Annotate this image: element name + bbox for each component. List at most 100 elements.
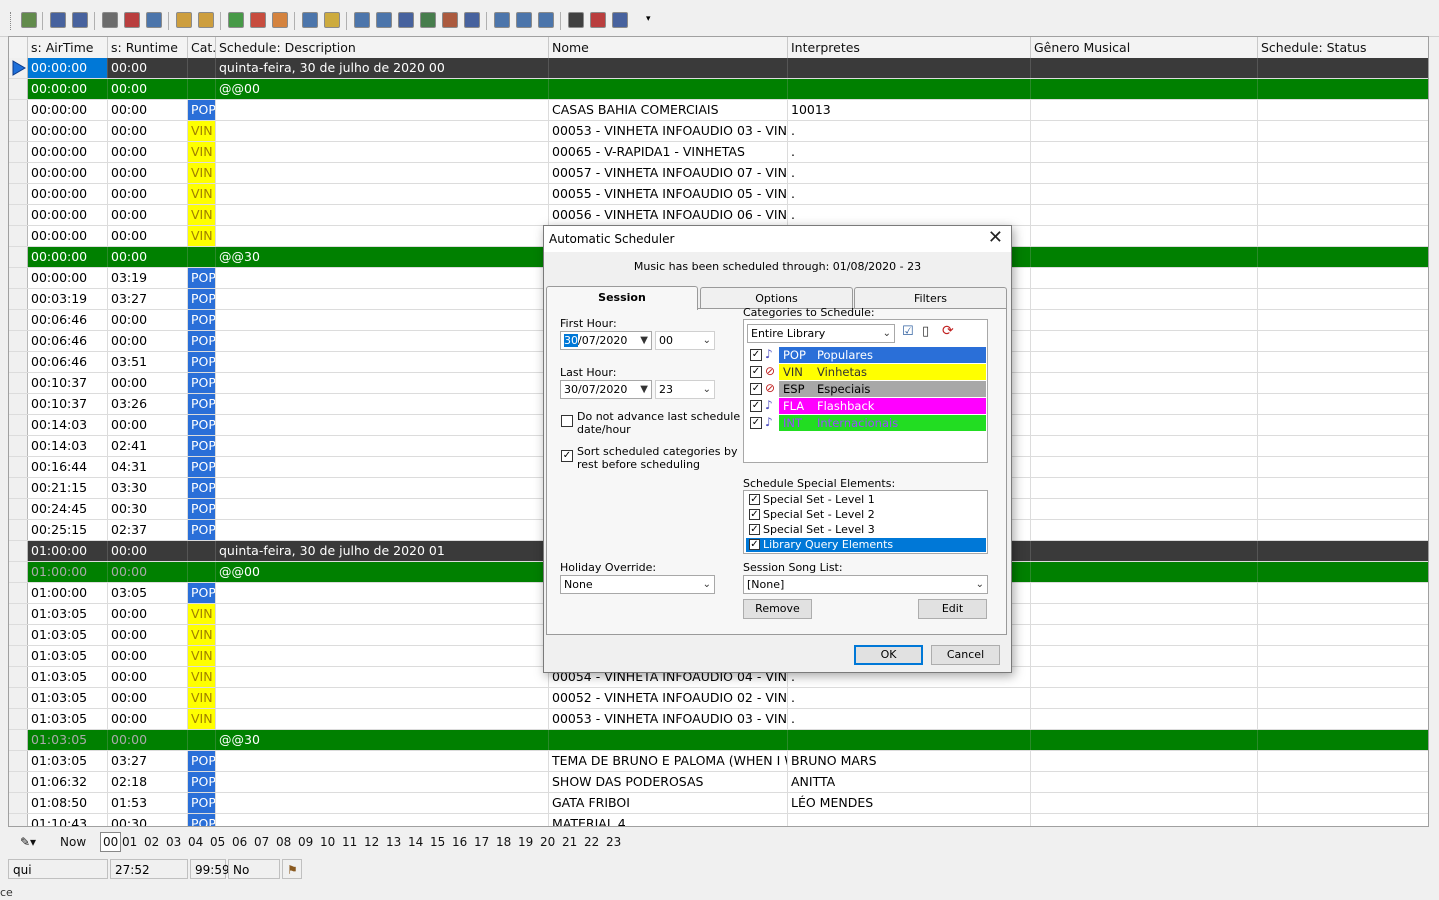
category-checkbox[interactable]: ✓ bbox=[750, 366, 762, 378]
no-advance-checkbox[interactable] bbox=[561, 415, 573, 427]
doc-list-icon[interactable] bbox=[538, 12, 554, 28]
table-row[interactable]: 01:03:05 00:00 VIN 00053 - VINHETA INFOAUDI… bbox=[9, 709, 1428, 730]
column-header[interactable]: s: AirTime bbox=[28, 37, 108, 58]
checkbox-icon[interactable] bbox=[568, 12, 584, 28]
special-checkbox[interactable]: ✓ bbox=[749, 539, 760, 550]
hour-button-12[interactable]: 12 bbox=[364, 833, 379, 851]
table-row[interactable]: 01:10:43 00:30 POP MATERIAL 4 bbox=[9, 814, 1428, 826]
category-row-esp[interactable]: ✓ ⊘ ESP Especiais bbox=[746, 381, 986, 397]
special-row[interactable]: ✓ Special Set - Level 1 bbox=[746, 493, 986, 507]
edit-icon[interactable] bbox=[354, 12, 370, 28]
chart-icon[interactable] bbox=[398, 12, 414, 28]
special-checkbox[interactable]: ✓ bbox=[749, 494, 760, 505]
column-header[interactable]: Schedule: Description bbox=[216, 37, 549, 58]
toolbar-overflow-icon[interactable]: ▾ bbox=[646, 14, 651, 24]
hour-button-04[interactable]: 04 bbox=[188, 833, 203, 851]
special-row[interactable]: ✓ Special Set - Level 2 bbox=[746, 508, 986, 522]
camera-icon[interactable] bbox=[464, 12, 480, 28]
dropdown-window-icon[interactable] bbox=[612, 12, 628, 28]
marker-row[interactable]: 00:00:00 00:00 @@00 bbox=[9, 79, 1428, 100]
hour-button-11[interactable]: 11 bbox=[342, 833, 357, 851]
arrows-red-icon[interactable] bbox=[250, 12, 266, 28]
table-row[interactable]: 00:00:00 00:00 VIN 00057 - VINHETA INFOAUDI… bbox=[9, 163, 1428, 184]
column-header[interactable]: Interpretes bbox=[788, 37, 1031, 58]
tab-options[interactable]: Options bbox=[700, 287, 853, 308]
last-date-picker[interactable]: 30/07/2020 ▼ bbox=[560, 380, 652, 399]
special-checkbox[interactable]: ✓ bbox=[749, 509, 760, 520]
report-icon[interactable] bbox=[590, 12, 606, 28]
refresh-icon[interactable]: ⟳ bbox=[942, 323, 954, 339]
column-header[interactable]: Cat. bbox=[188, 37, 216, 58]
chevron-down-icon[interactable]: ⌄ bbox=[703, 381, 711, 398]
doc-icon[interactable] bbox=[494, 12, 510, 28]
folder-icon[interactable] bbox=[324, 12, 340, 28]
table-row[interactable]: 00:00:00 00:00 POP CASAS BAHIA COMERCIAIS 10… bbox=[9, 100, 1428, 121]
holiday-select[interactable]: None ⌄ bbox=[560, 575, 715, 594]
hour-button-16[interactable]: 16 bbox=[452, 833, 467, 851]
edit-list-icon[interactable] bbox=[376, 12, 392, 28]
songlist-select[interactable]: [None] ⌄ bbox=[743, 575, 988, 594]
hour-button-10[interactable]: 10 bbox=[320, 833, 335, 851]
category-checkbox[interactable]: ✓ bbox=[750, 417, 762, 429]
hour-button-15[interactable]: 15 bbox=[430, 833, 445, 851]
hour-button-07[interactable]: 07 bbox=[254, 833, 269, 851]
first-hour-select[interactable]: 00 ⌄ bbox=[655, 331, 715, 350]
zoom-icon[interactable] bbox=[420, 12, 436, 28]
hour-button-18[interactable]: 18 bbox=[496, 833, 511, 851]
search-icon[interactable] bbox=[302, 12, 318, 28]
lock-icon[interactable] bbox=[176, 12, 192, 28]
tab-filters[interactable]: Filters bbox=[854, 287, 1007, 308]
tab-session[interactable]: Session bbox=[546, 286, 698, 310]
cancel-button[interactable]: Cancel bbox=[931, 645, 1000, 665]
first-date-picker[interactable]: 30/07/2020 ▼ bbox=[560, 331, 652, 350]
hour-button-05[interactable]: 05 bbox=[210, 833, 225, 851]
lock-doc-icon[interactable] bbox=[198, 12, 214, 28]
chevron-down-icon[interactable]: ⌄ bbox=[883, 325, 891, 342]
calendar-icon[interactable] bbox=[21, 12, 37, 28]
print-red-icon[interactable] bbox=[124, 12, 140, 28]
arrows-orange-icon[interactable] bbox=[272, 12, 288, 28]
hour-button-22[interactable]: 22 bbox=[584, 833, 599, 851]
hour-header-row[interactable]: 00:00:00 00:00 quinta-feira, 30 de julho d… bbox=[9, 58, 1428, 79]
category-checkbox[interactable]: ✓ bbox=[750, 400, 762, 412]
table-row[interactable]: 00:00:00 00:00 VIN 00056 - VINHETA INFOAUDI… bbox=[9, 205, 1428, 226]
table-row[interactable]: 01:06:32 02:18 POP SHOW DAS PODEROSAS ANITTA bbox=[9, 772, 1428, 793]
hour-button-02[interactable]: 02 bbox=[144, 833, 159, 851]
special-row[interactable]: ✓ Library Query Elements bbox=[746, 538, 986, 552]
table-row[interactable]: 01:08:50 01:53 POP GATA FRIBOI LÉO MENDES bbox=[9, 793, 1428, 814]
hour-button-01[interactable]: 01 bbox=[122, 833, 137, 851]
chevron-down-icon[interactable]: ▼ bbox=[640, 381, 648, 398]
table-row[interactable]: 00:00:00 00:00 VIN 00065 - V-RAPIDA1 - VINH… bbox=[9, 142, 1428, 163]
chevron-down-icon[interactable]: ⌄ bbox=[703, 332, 711, 349]
hour-button-17[interactable]: 17 bbox=[474, 833, 489, 851]
category-row-vin[interactable]: ✓ ⊘ VIN Vinhetas bbox=[746, 364, 986, 380]
category-row-int[interactable]: ✓ ♪ INT Internacionais bbox=[746, 415, 986, 431]
column-icon[interactable]: ▯ bbox=[922, 324, 929, 339]
toolbar-grip[interactable] bbox=[10, 12, 14, 30]
remove-button[interactable]: Remove bbox=[743, 599, 812, 619]
library-select[interactable]: Entire Library ⌄ bbox=[747, 324, 895, 343]
print-icon[interactable] bbox=[102, 12, 118, 28]
monitor-icon[interactable] bbox=[72, 12, 88, 28]
category-checkbox[interactable]: ✓ bbox=[750, 383, 762, 395]
close-icon[interactable]: ✕ bbox=[988, 229, 1003, 247]
column-header[interactable]: Gênero Musical bbox=[1031, 37, 1258, 58]
hour-button-13[interactable]: 13 bbox=[386, 833, 401, 851]
column-header[interactable]: Nome bbox=[549, 37, 788, 58]
hour-button-21[interactable]: 21 bbox=[562, 833, 577, 851]
flag-icon[interactable]: ⚑ bbox=[282, 859, 302, 879]
special-checkbox[interactable]: ✓ bbox=[749, 524, 760, 535]
window-icon[interactable] bbox=[50, 12, 66, 28]
hour-button-19[interactable]: 19 bbox=[518, 833, 533, 851]
category-row-fla[interactable]: ✓ ♪ FLA Flashback bbox=[746, 398, 986, 414]
chevron-down-icon[interactable]: ▼ bbox=[640, 332, 648, 349]
hour-button-06[interactable]: 06 bbox=[232, 833, 247, 851]
hour-button-03[interactable]: 03 bbox=[166, 833, 181, 851]
picture-icon[interactable] bbox=[442, 12, 458, 28]
ok-button[interactable]: OK bbox=[854, 645, 923, 665]
tools-icon[interactable] bbox=[146, 12, 162, 28]
arrows-green-icon[interactable] bbox=[228, 12, 244, 28]
table-row[interactable]: 00:00:00 00:00 VIN 00055 - VINHETA INFOAUDI… bbox=[9, 184, 1428, 205]
doc-edit-icon[interactable] bbox=[516, 12, 532, 28]
column-header[interactable]: s: Runtime bbox=[108, 37, 188, 58]
